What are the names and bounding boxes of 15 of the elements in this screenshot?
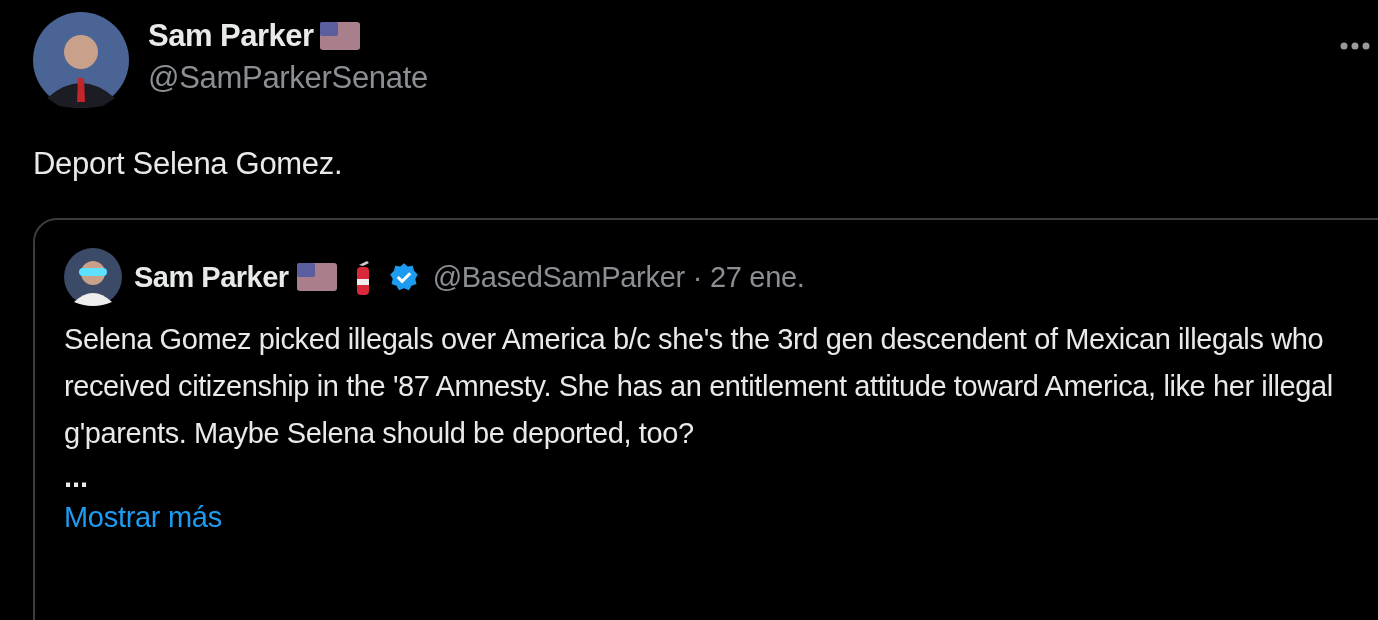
more-options-icon[interactable]	[1340, 42, 1370, 50]
author-name[interactable]: Sam Parker	[134, 260, 289, 294]
quoted-post-text: Selena Gomez picked illegals over America b/c she's the 3rd gen descendent of Mexican illegals who received citizenship in the '87 Amnesty. She has an entitlement attitude toward America, like her illegal g'parents. Maybe Selena should be deported, too?	[64, 322, 1334, 451]
quoted-post-card[interactable]	[33, 218, 1378, 620]
show-more-link[interactable]: Mostrar más	[64, 501, 222, 534]
flag-icon	[319, 22, 360, 50]
author-handle[interactable]: @BasedSamParker	[432, 260, 685, 294]
author-handle[interactable]: @SamParkerSenate	[148, 60, 428, 96]
flag-icon	[296, 263, 337, 291]
author-name[interactable]: Sam Parker	[148, 18, 314, 54]
post-text: Deport Selena Gomez.	[33, 146, 344, 182]
post-date[interactable]: · 27 ene.	[692, 260, 805, 294]
avatar-icon[interactable]	[33, 12, 129, 108]
ellipsis-text: ...	[64, 460, 90, 495]
avatar-icon	[64, 248, 122, 306]
